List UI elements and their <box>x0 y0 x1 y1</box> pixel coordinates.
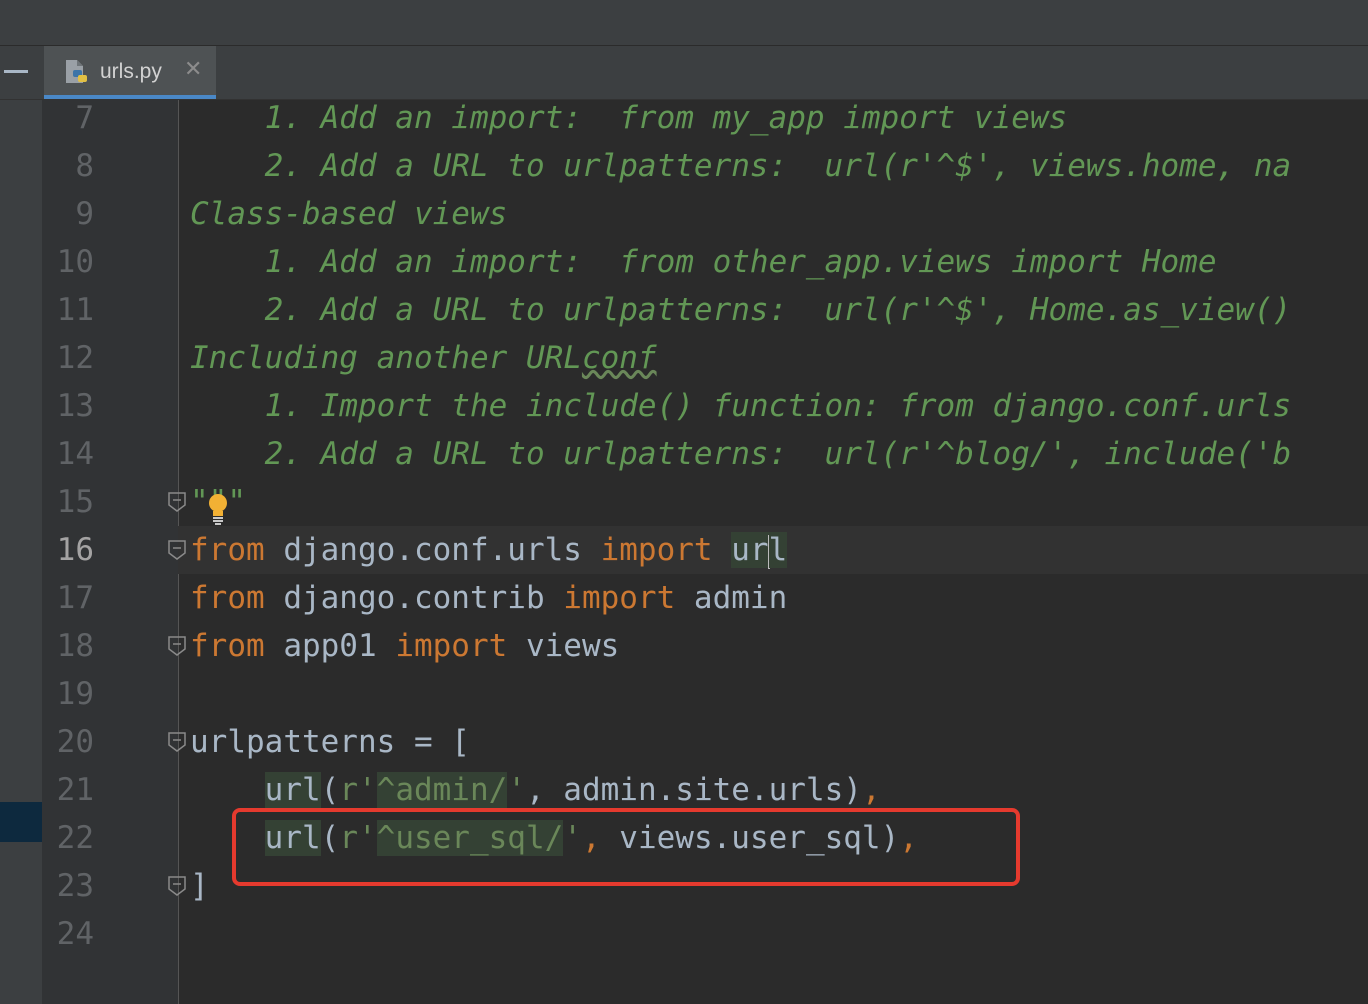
code-token: url <box>264 772 321 808</box>
fold-marker-icon[interactable] <box>168 876 186 896</box>
code-token: r' <box>339 772 377 808</box>
code-token: conf <box>581 340 657 376</box>
code-token: Class-based views <box>190 196 508 232</box>
code-line[interactable]: 13 1. Import the include() function: fro… <box>0 382 1368 430</box>
code-line[interactable]: 12 Including another URLconf <box>0 334 1368 382</box>
window-toolbar <box>0 0 1368 46</box>
code-line[interactable]: 19 <box>0 670 1368 718</box>
code-text[interactable]: ] <box>190 862 209 910</box>
code-token: django.contrib <box>264 580 564 616</box>
fold-marker-icon[interactable] <box>168 492 186 512</box>
line-number: 15 <box>56 484 94 520</box>
annotation-highlight-box <box>232 808 1020 886</box>
line-number: 23 <box>56 868 94 904</box>
line-number: 20 <box>56 724 94 760</box>
code-text[interactable]: 2. Add a URL to urlpatterns: url(r'^blog… <box>190 430 1292 478</box>
fold-marker-icon[interactable] <box>168 732 186 752</box>
line-number: 18 <box>56 628 94 664</box>
line-number: 16 <box>56 532 94 568</box>
code-line[interactable]: 8 2. Add a URL to urlpatterns: url(r'^$'… <box>0 142 1368 190</box>
lightbulb-icon[interactable] <box>206 492 230 526</box>
line-number: 17 <box>56 580 94 616</box>
code-token: app01 <box>264 628 396 664</box>
code-text[interactable]: from django.contrib import admin <box>190 574 787 622</box>
code-line[interactable]: 24 <box>0 910 1368 958</box>
code-token: ^admin/ <box>376 772 508 808</box>
line-number: 21 <box>56 772 94 808</box>
line-number: 12 <box>56 340 94 376</box>
line-number: 10 <box>56 244 94 280</box>
code-line[interactable]: 18 from app01 import views <box>0 622 1368 670</box>
code-token: views <box>507 628 620 664</box>
collapse-panel-icon[interactable] <box>4 70 28 73</box>
fold-marker-icon[interactable] <box>168 540 186 560</box>
tab-label: urls.py <box>100 60 162 83</box>
code-text[interactable]: url(r'^admin/', admin.site.urls), <box>190 766 881 814</box>
line-number: 13 <box>56 388 94 424</box>
code-token: django.conf.urls <box>264 532 601 568</box>
line-number: 8 <box>75 148 94 184</box>
code-line[interactable]: 21 url(r'^admin/', admin.site.urls), <box>0 766 1368 814</box>
code-token: ( <box>320 772 340 808</box>
code-token: ur <box>731 532 769 568</box>
code-text[interactable]: urlpatterns = [ <box>190 718 470 766</box>
code-token: , <box>861 772 881 808</box>
code-token: urlpatterns = [ <box>190 724 470 760</box>
code-token: 2. Add a URL to urlpatterns: url(r'^$', … <box>190 148 1292 184</box>
code-text[interactable]: from app01 import views <box>190 622 619 670</box>
code-text[interactable]: 1. Add an import: from other_app.views i… <box>190 238 1217 286</box>
line-number: 24 <box>56 916 94 952</box>
code-token: 2. Add a URL to urlpatterns: url(r'^$', … <box>190 292 1292 328</box>
code-token: import <box>600 532 713 568</box>
code-line[interactable]: 20 urlpatterns = [ <box>0 718 1368 766</box>
code-text[interactable]: Including another URLconf <box>190 334 657 382</box>
code-token: Including another URL <box>190 340 582 376</box>
line-number: 7 <box>75 100 94 136</box>
code-text[interactable]: from django.conf.urls import url <box>190 526 788 574</box>
code-token: 2. Add a URL to urlpatterns: url(r'^blog… <box>190 436 1292 472</box>
line-number: 14 <box>56 436 94 472</box>
code-text[interactable]: 2. Add a URL to urlpatterns: url(r'^$', … <box>190 286 1292 334</box>
code-token: ] <box>190 868 209 904</box>
code-token: 1. Import the include() function: from d… <box>190 388 1292 424</box>
code-token: ' <box>507 772 526 808</box>
code-text[interactable]: 1. Add an import: from my_app import vie… <box>190 94 1068 142</box>
code-line[interactable]: 11 2. Add a URL to urlpatterns: url(r'^$… <box>0 286 1368 334</box>
close-icon[interactable]: ✕ <box>184 57 202 82</box>
line-number: 19 <box>56 676 94 712</box>
code-text[interactable]: 2. Add a URL to urlpatterns: url(r'^$', … <box>190 142 1292 190</box>
code-token: import <box>395 628 508 664</box>
code-text[interactable]: 1. Import the include() function: from d… <box>190 382 1292 430</box>
code-token: from <box>190 532 265 568</box>
code-line[interactable]: 17 from django.contrib import admin <box>0 574 1368 622</box>
code-token: 1. Add an import: from other_app.views i… <box>190 244 1217 280</box>
fold-marker-icon[interactable] <box>168 636 186 656</box>
code-token: import <box>563 580 676 616</box>
code-text[interactable]: Class-based views <box>190 190 507 238</box>
code-token: from <box>190 628 265 664</box>
code-token: admin <box>675 580 788 616</box>
code-line[interactable]: 9 Class-based views <box>0 190 1368 238</box>
line-number: 22 <box>56 820 94 856</box>
code-token: from <box>190 580 265 616</box>
code-line[interactable]: 10 1. Add an import: from other_app.view… <box>0 238 1368 286</box>
line-number: 9 <box>75 196 94 232</box>
code-line[interactable]: 14 2. Add a URL to urlpatterns: url(r'^b… <box>0 430 1368 478</box>
line-number: 11 <box>56 292 94 328</box>
tab-urls-py[interactable]: urls.py ✕ <box>44 46 216 99</box>
code-line[interactable]: 16 from django.conf.urls import url <box>0 526 1368 574</box>
code-line[interactable]: 7 1. Add an import: from my_app import v… <box>0 94 1368 142</box>
code-token: 1. Add an import: from my_app import vie… <box>190 100 1068 136</box>
python-file-icon <box>66 60 87 83</box>
editor-tab-strip: urls.py ✕ <box>0 46 1368 100</box>
code-token: l <box>768 532 788 568</box>
code-token: , admin.site.urls) <box>525 772 862 808</box>
